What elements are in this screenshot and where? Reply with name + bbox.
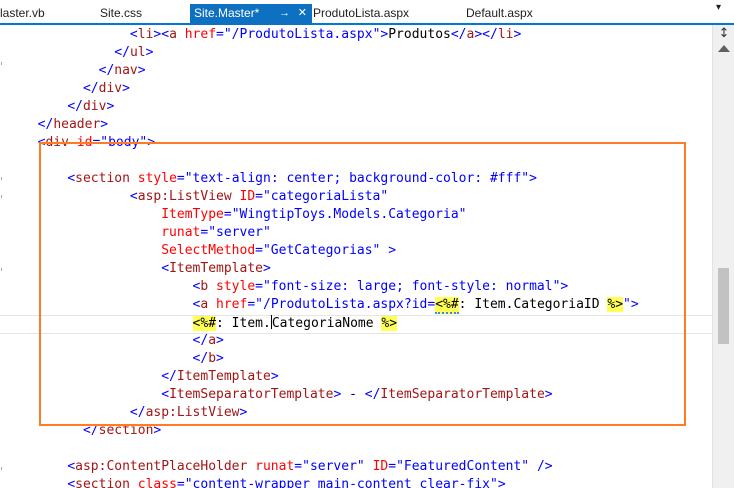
tab-label: ProdutoLista.aspx	[313, 6, 410, 20]
tab-default-aspx[interactable]: Default.aspx	[466, 4, 566, 26]
code-line: <section class="content-wrapper main-con…	[67, 477, 506, 488]
outline-marker[interactable]	[1, 268, 7, 271]
pin-icon[interactable]: →︎	[279, 4, 290, 22]
arrow-up-icon[interactable]	[718, 45, 730, 52]
tab-label: Site.css	[100, 6, 143, 20]
tab-master-vb[interactable]: laster.vb	[0, 4, 60, 26]
outline-gutter	[0, 25, 10, 488]
code-line: <li><a href="/ProdutoLista.aspx">Produto…	[129, 27, 522, 42]
chevron-down-icon[interactable]: ▾	[716, 3, 726, 13]
outline-marker[interactable]	[1, 195, 7, 198]
code-line: </nav>	[98, 63, 146, 78]
tab-label: Site.Master*	[194, 6, 260, 20]
tab-label: Default.aspx	[466, 6, 533, 20]
code-line: </div>	[82, 81, 130, 96]
tab-produtolista-aspx[interactable]: ProdutoLista.aspx	[313, 4, 433, 26]
scrollbar-thumb[interactable]	[718, 268, 729, 344]
highlight-frame	[39, 142, 686, 426]
document-tab-strip: laster.vb Site.css Site.Master* →︎ ✕ Pro…	[0, 0, 734, 25]
code-line: </div>	[67, 99, 115, 114]
tab-site-css[interactable]: Site.css	[100, 4, 180, 26]
tab-site-master[interactable]: Site.Master* →︎ ✕	[190, 4, 312, 25]
outline-marker[interactable]	[1, 467, 7, 470]
code-line: <asp:ContentPlaceHolder runat="server" I…	[67, 459, 553, 474]
code-line: </header>	[37, 117, 109, 132]
tab-label: laster.vb	[0, 6, 45, 20]
close-icon[interactable]: ✕	[298, 4, 307, 22]
split-icon[interactable]: ↕	[717, 27, 731, 41]
outline-marker[interactable]	[1, 62, 7, 65]
outline-marker[interactable]	[1, 177, 7, 180]
code-line: </ul>	[114, 45, 154, 60]
vertical-scrollbar[interactable]: ↕	[712, 25, 734, 488]
